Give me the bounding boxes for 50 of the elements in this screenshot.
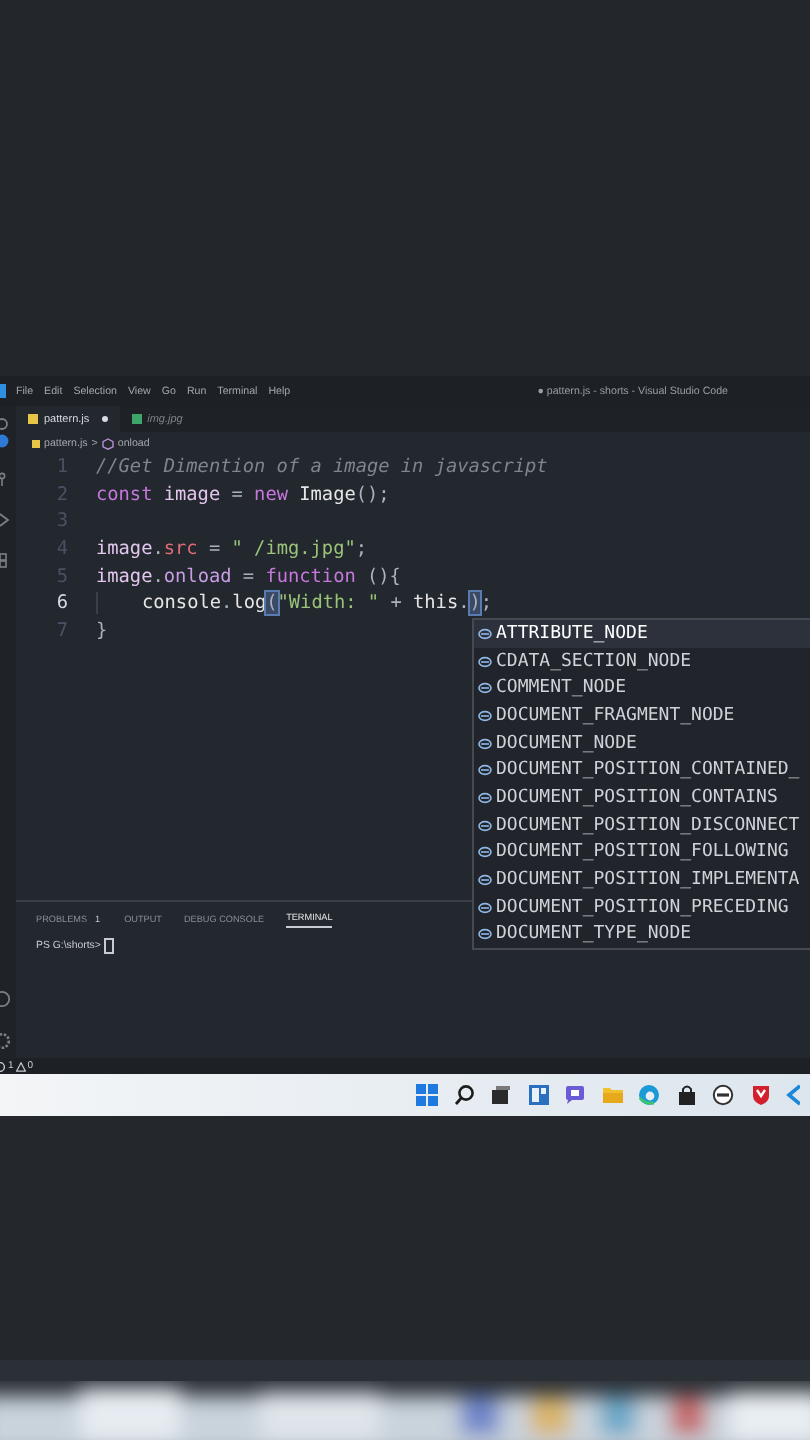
code-editor-icon[interactable] — [786, 1084, 800, 1106]
symbol-icon — [478, 737, 492, 750]
suggestion-item[interactable]: DOCUMENT_POSITION_CONTAINED_ — [474, 756, 810, 785]
suggestion-item[interactable]: DOCUMENT_FRAGMENT_NODE — [474, 702, 810, 730]
symbol-icon — [478, 627, 492, 640]
suggestion-item[interactable]: DOCUMENT_POSITION_IMPLEMENTA — [474, 866, 810, 894]
symbol-icon — [478, 901, 492, 914]
symbol-icon — [478, 819, 492, 832]
code-line: image.src = " /img.jpg"; — [96, 538, 368, 561]
app-logo-icon — [0, 384, 6, 398]
symbol-icon — [478, 764, 492, 777]
symbol-icon — [478, 791, 492, 804]
symbol-icon — [478, 846, 492, 859]
symbol-icon — [478, 874, 492, 887]
error-icon — [0, 1061, 6, 1071]
search-icon[interactable] — [453, 1084, 475, 1106]
terminal-cursor — [104, 938, 115, 954]
suggestion-item[interactable]: DOCUMENT_POSITION_FOLLOWING — [474, 839, 810, 867]
suggestion-item[interactable]: DOCUMENT_POSITION_DISCONNECT — [474, 811, 810, 839]
code-line: image.onload = function (){ — [96, 565, 401, 588]
suggestion-item[interactable]: ATTRIBUTE_NODE — [474, 620, 810, 648]
symbol-icon — [478, 682, 492, 695]
suggestion-item[interactable]: DOCUMENT_NODE — [474, 729, 810, 757]
chat-icon[interactable] — [564, 1084, 586, 1106]
symbol-icon — [478, 655, 492, 668]
circle-logo-icon[interactable] — [712, 1084, 734, 1106]
extensions-icon[interactable] — [0, 552, 12, 568]
code-line: //Get Dimention of a image in javascript — [96, 456, 548, 479]
suggestion-item[interactable]: DOCUMENT_POSITION_CONTAINS — [474, 784, 810, 812]
suggestion-item[interactable]: CDATA_SECTION_NODE — [474, 647, 810, 675]
settings-icon[interactable] — [0, 1032, 12, 1050]
code-line: } — [96, 619, 108, 642]
task-view-icon[interactable] — [490, 1084, 512, 1106]
play-icon[interactable] — [0, 512, 12, 528]
symbol-icon — [478, 709, 492, 722]
widgets-icon[interactable] — [527, 1084, 549, 1106]
line-number: 6 — [54, 592, 68, 615]
symbol-icon — [478, 928, 492, 941]
suggestion-item[interactable]: COMMENT_NODE — [474, 674, 810, 703]
code-line: const image = new Image(); — [96, 483, 390, 506]
shopping-bag-icon[interactable] — [675, 1084, 697, 1106]
suggestion-item[interactable]: DOCUMENT_TYPE_NODE — [474, 921, 810, 949]
warning-icon — [15, 1061, 26, 1071]
badge-icon — [0, 434, 12, 448]
account-icon[interactable] — [0, 990, 12, 1008]
shield-icon[interactable] — [749, 1084, 771, 1106]
cube-icon — [101, 437, 114, 449]
windows-icon[interactable] — [416, 1084, 438, 1106]
browser-icon[interactable] — [638, 1084, 660, 1106]
suggestion-item[interactable]: DOCUMENT_POSITION_PRECEDING — [474, 893, 810, 922]
